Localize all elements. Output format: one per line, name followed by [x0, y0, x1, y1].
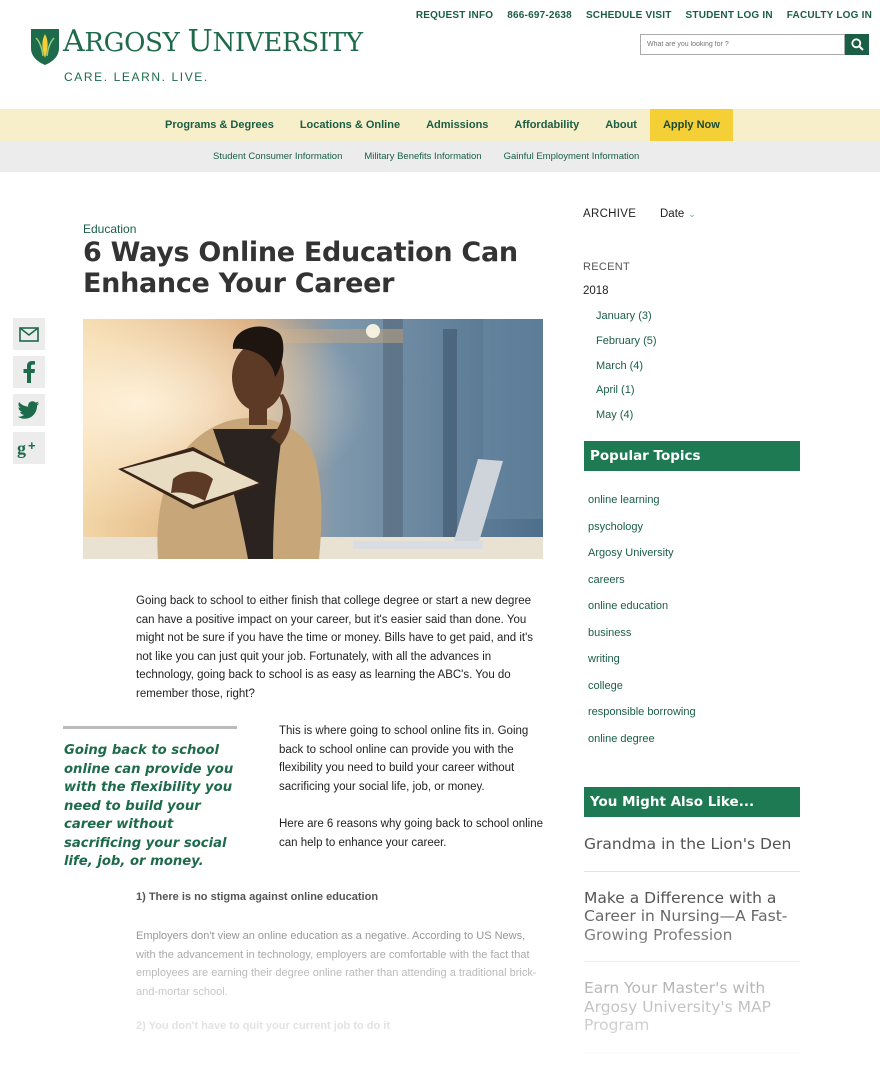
- topic-link[interactable]: writing: [588, 652, 696, 679]
- email-share-button[interactable]: [13, 318, 45, 350]
- nav-locations-online[interactable]: Locations & Online: [287, 109, 413, 141]
- faculty-login-link[interactable]: FACULTY LOG IN: [787, 10, 872, 21]
- archive-month-link[interactable]: March (4): [596, 359, 657, 384]
- related-articles: Grandma in the Lion's Den Make a Differe…: [584, 835, 800, 1070]
- article-paragraph: This is where going to school online fit…: [279, 725, 529, 793]
- sub-nav: Student Consumer Information Military Be…: [0, 141, 880, 172]
- google-plus-share-button[interactable]: g +: [13, 432, 45, 464]
- article-paragraph: Employers don't view an online education…: [136, 930, 537, 998]
- schedule-visit-link[interactable]: SCHEDULE VISIT: [586, 10, 672, 21]
- popular-topics-heading: Popular Topics: [584, 441, 800, 471]
- archive-month-link[interactable]: April (1): [596, 383, 657, 408]
- article-title: 6 Ways Online Education Can Enhance Your…: [83, 237, 518, 299]
- topic-link[interactable]: online learning: [588, 493, 696, 520]
- search-icon: [850, 38, 864, 51]
- date-dropdown[interactable]: Date ⌄: [660, 208, 696, 220]
- logo-wordmark: ARGOSY UNIVERSITY: [63, 24, 363, 59]
- recent-label: RECENT: [583, 261, 631, 273]
- svg-text:g: g: [17, 438, 26, 458]
- topic-link[interactable]: business: [588, 626, 696, 653]
- related-article-link[interactable]: Make a Difference with a Career in Nursi…: [584, 889, 800, 962]
- archive-month-link[interactable]: February (5): [596, 334, 657, 359]
- facebook-icon: [23, 361, 35, 383]
- subnav-military-benefits[interactable]: Military Benefits Information: [353, 141, 492, 172]
- student-login-link[interactable]: STUDENT LOG IN: [686, 10, 773, 21]
- google-plus-icon: g +: [17, 438, 36, 458]
- archive-month-link[interactable]: January (3): [596, 309, 657, 334]
- request-info-link[interactable]: REQUEST INFO: [416, 10, 493, 21]
- shield-logo-icon: [31, 29, 59, 65]
- topic-link[interactable]: Argosy University: [588, 546, 696, 573]
- pull-quote: Going back to school online can provide …: [64, 743, 234, 869]
- you-might-also-like-heading: You Might Also Like...: [584, 787, 800, 817]
- facebook-share-button[interactable]: [13, 356, 45, 388]
- topic-link[interactable]: responsible borrowing: [588, 705, 696, 732]
- svg-text:+: +: [28, 438, 36, 453]
- subnav-gainful-employment[interactable]: Gainful Employment Information: [493, 141, 651, 172]
- article-subheading: 1) There is no stigma against online edu…: [136, 891, 379, 903]
- article-category[interactable]: Education: [83, 222, 136, 236]
- twitter-icon: [18, 401, 39, 419]
- main-nav: Programs & Degrees Locations & Online Ad…: [0, 109, 880, 141]
- social-share: g +: [13, 318, 45, 470]
- article-paragraph: Here are 6 reasons why going back to sch…: [279, 818, 544, 849]
- logo-tagline: CARE. LEARN. LIVE.: [64, 70, 209, 84]
- email-icon: [19, 326, 39, 342]
- article-hero-image: [83, 319, 543, 559]
- popular-topics-list: online learning psychology Argosy Univer…: [588, 493, 696, 758]
- nav-programs-degrees[interactable]: Programs & Degrees: [152, 109, 287, 141]
- topic-link[interactable]: careers: [588, 573, 696, 600]
- search-input[interactable]: [640, 34, 845, 55]
- subnav-student-consumer-info[interactable]: Student Consumer Information: [202, 141, 353, 172]
- topic-link[interactable]: psychology: [588, 520, 696, 547]
- twitter-share-button[interactable]: [13, 394, 45, 426]
- article-subheading: 2) You don't have to quit your current j…: [136, 1020, 390, 1032]
- phone-link[interactable]: 866-697-2638: [507, 10, 572, 21]
- archive-months: January (3) February (5) March (4) April…: [596, 309, 657, 433]
- nav-admissions[interactable]: Admissions: [413, 109, 501, 141]
- related-article-link[interactable]: Earn Your Master's with Argosy Universit…: [584, 979, 800, 1053]
- nav-affordability[interactable]: Affordability: [501, 109, 592, 141]
- archive-label: ARCHIVE: [583, 208, 637, 220]
- topic-link[interactable]: online degree: [588, 732, 696, 759]
- topic-link[interactable]: online education: [588, 599, 696, 626]
- date-dropdown-label: Date: [660, 208, 685, 220]
- chevron-down-icon: ⌄: [688, 209, 696, 219]
- pull-quote-divider: [63, 726, 237, 729]
- topic-link[interactable]: college: [588, 679, 696, 706]
- archive-year[interactable]: 2018: [583, 285, 609, 297]
- logo[interactable]: ARGOSY UNIVERSITY CARE. LEARN. LIVE.: [30, 24, 363, 84]
- nav-about[interactable]: About: [592, 109, 650, 141]
- utility-nav: REQUEST INFO 866-697-2638 SCHEDULE VISIT…: [416, 10, 872, 21]
- related-article-link[interactable]: Grandma in the Lion's Den: [584, 835, 800, 872]
- archive-month-link[interactable]: May (4): [596, 408, 657, 433]
- search-bar: [640, 34, 869, 55]
- search-button[interactable]: [845, 34, 869, 55]
- article-paragraph: Going back to school to either finish th…: [136, 595, 534, 700]
- apply-now-button[interactable]: Apply Now: [649, 109, 733, 141]
